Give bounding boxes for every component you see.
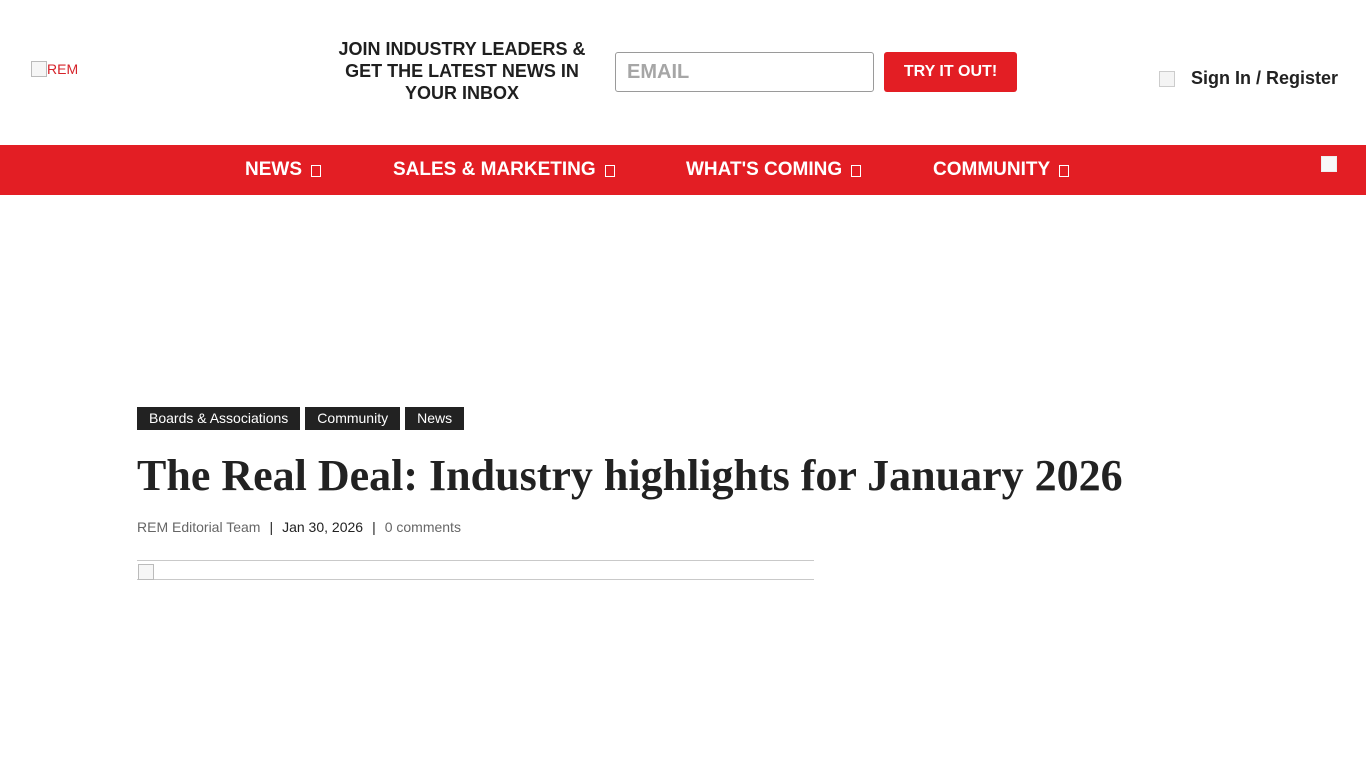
nav-item-label: COMMUNITY [933,159,1051,180]
main-nav: NEWS SALES & MARKETING WHAT'S COMING COM… [0,145,1366,195]
chevron-down-icon [604,165,615,177]
search-icon[interactable] [1321,156,1337,172]
nav-item-community[interactable]: COMMUNITY [933,145,1070,195]
logo-image-icon [31,61,47,77]
site-logo[interactable]: REM [31,61,78,77]
chevron-down-icon [851,165,862,177]
chevron-down-icon [311,165,321,177]
article-title: The Real Deal: Industry highlights for J… [137,451,1123,500]
newsletter-promo-text: JOIN INDUSTRY LEADERS & GET THE LATEST N… [338,39,586,103]
tag-community[interactable]: Community [305,407,401,430]
author-link[interactable]: REM Editorial Team [137,519,260,535]
nav-item-label: SALES & MARKETING [393,159,596,180]
nav-item-label: NEWS [245,159,302,180]
meta-separator: | [372,519,376,535]
sign-in-register-link[interactable]: Sign In / Register [1158,68,1338,89]
article-tags: Boards & Associations Community News [137,407,465,430]
nav-item-label: WHAT'S COMING [686,159,843,180]
nav-item-news[interactable]: NEWS [245,145,321,195]
tag-boards-associations[interactable]: Boards & Associations [137,407,301,430]
site-header: REM JOIN INDUSTRY LEADERS & GET THE LATE… [0,0,1366,145]
sign-in-register-label: Sign In / Register [1190,68,1338,88]
chevron-down-icon [1059,165,1070,177]
featured-image [137,560,814,580]
nav-item-sales-marketing[interactable]: SALES & MARKETING [393,145,615,195]
comments-link[interactable]: 0 comments [385,519,461,535]
email-input[interactable] [615,52,874,92]
try-it-out-button[interactable]: TRY IT OUT! [884,52,1017,92]
logo-alt-text: REM [47,61,79,77]
user-icon [1158,70,1175,87]
publish-date: Jan 30, 2026 [282,519,364,535]
article-meta: REM Editorial Team | Jan 30, 2026 | 0 co… [137,519,461,535]
tag-news[interactable]: News [405,407,465,430]
nav-item-whats-coming[interactable]: WHAT'S COMING [686,145,862,195]
meta-separator: | [269,519,274,535]
broken-image-icon [138,564,154,580]
